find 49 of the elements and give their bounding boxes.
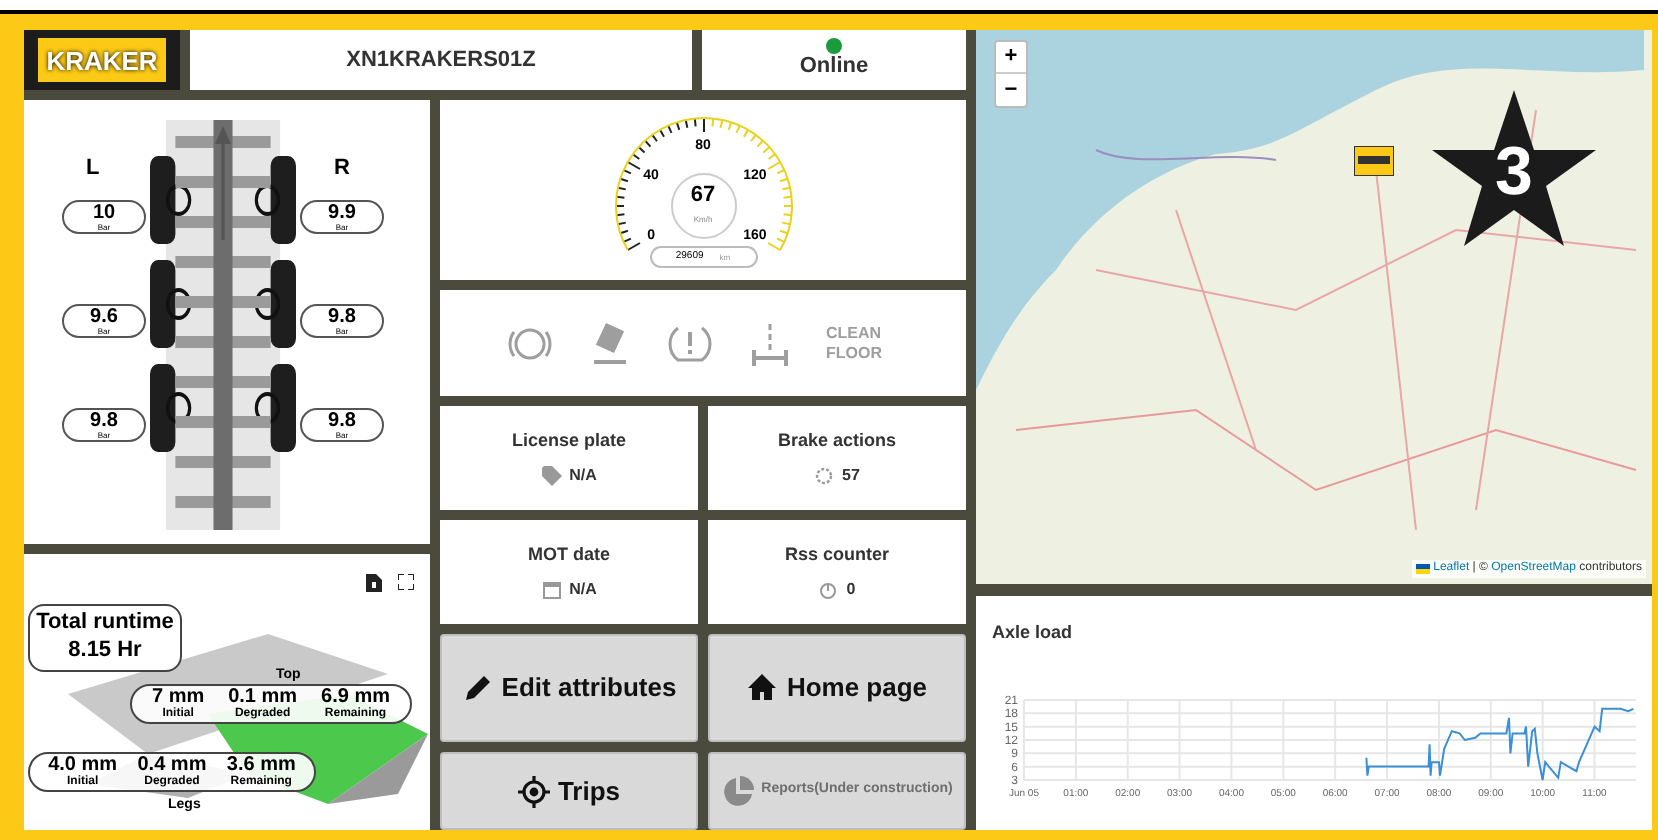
- status-label: Online: [799, 54, 869, 82]
- file-icon: [366, 574, 382, 592]
- thickness-value: 0.1 mm: [228, 688, 298, 708]
- star-icon: [1432, 90, 1596, 246]
- expand-icon: [398, 574, 414, 590]
- thickness-value: 7 mm: [151, 688, 205, 708]
- callout-number: 3: [1495, 132, 1533, 206]
- info-value: 0: [846, 581, 856, 597]
- action-button[interactable]: Trips: [440, 752, 698, 830]
- home-icon: [746, 672, 779, 704]
- info-label: Brake actions: [777, 431, 897, 449]
- pie-chart-icon: [721, 775, 754, 807]
- thickness-value: 6.9 mm: [321, 688, 390, 708]
- pressure-value: 9.8: [328, 411, 356, 431]
- dial-icon: [818, 579, 839, 599]
- info-value: N/A: [569, 581, 597, 597]
- flag-icon: [1415, 564, 1430, 574]
- pressure-value: 9.9: [328, 203, 356, 223]
- speed-value: 67: [690, 185, 716, 207]
- clean-floor-indicator: CLEAN FLOOR: [826, 323, 884, 363]
- gear-icon: [814, 465, 835, 485]
- runtime-label: Total runtime: [36, 610, 174, 638]
- info-label: License plate: [511, 431, 627, 449]
- left-label: L: [86, 154, 100, 184]
- info-label: MOT date: [527, 545, 610, 563]
- pressure-value: 9.8: [90, 411, 118, 431]
- pressure-value: 9.8: [328, 307, 356, 327]
- thickness-value: 0.4 mm: [137, 756, 207, 776]
- info-value: 57: [842, 467, 860, 483]
- vehicle-marker-icon: [1354, 146, 1394, 176]
- thickness-value: 4.0 mm: [48, 756, 118, 776]
- right-label: R: [334, 154, 350, 184]
- pressure-value: 10: [92, 203, 116, 223]
- vehicle-id: XN1KRAKERS01Z: [346, 45, 536, 76]
- chart-title: Axle load: [990, 620, 1075, 646]
- zoom-out-button[interactable]: −: [996, 74, 1026, 106]
- action-button[interactable]: Edit attributes: [440, 634, 698, 742]
- pressure-value: 9.6: [90, 307, 118, 327]
- calendar-icon: [541, 579, 562, 599]
- runtime-value: 8.15 Hr: [68, 638, 142, 666]
- logo-text: KRAKER: [46, 47, 158, 73]
- info-value: N/A: [569, 467, 597, 483]
- crosshair-icon: [517, 775, 550, 807]
- pencil-icon: [461, 672, 494, 704]
- thickness-value: 3.6 mm: [226, 756, 296, 776]
- info-label: Rss counter: [784, 545, 889, 563]
- action-button[interactable]: Home page: [708, 634, 966, 742]
- zoom-in-button[interactable]: +: [996, 42, 1026, 74]
- tag-icon: [541, 465, 562, 485]
